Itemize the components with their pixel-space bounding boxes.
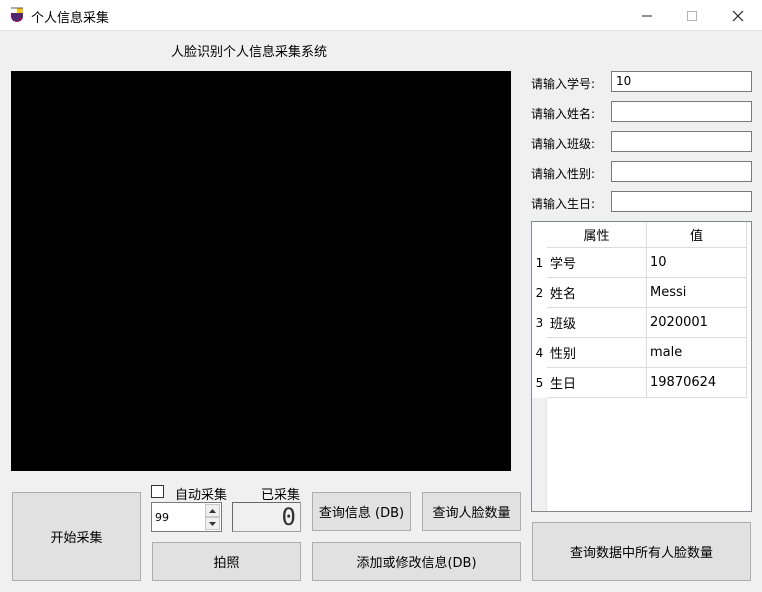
row-number[interactable]: 1 [532,248,547,278]
maximize-icon [687,10,697,21]
table-cell-attr[interactable]: 性别 [547,338,647,368]
camera-view [11,71,511,471]
table-cell-value[interactable]: 10 [647,248,747,278]
table-header-attr[interactable]: 属性 [547,222,647,248]
close-button[interactable] [715,0,761,31]
maximize-button[interactable] [669,0,715,31]
query-all-faces-button[interactable]: 查询数据中所有人脸数量 [532,522,751,581]
table-cell-attr[interactable]: 姓名 [547,278,647,308]
minimize-icon [642,15,652,16]
name-label: 请输入姓名: [531,107,596,121]
row-number[interactable]: 2 [532,278,547,308]
arrow-up-icon [209,508,216,513]
birthday-input[interactable] [611,191,752,212]
table-cell-attr[interactable]: 生日 [547,368,647,398]
student-id-input[interactable]: 10 [611,71,752,92]
row-number[interactable]: 5 [532,368,547,398]
table-cell-value[interactable]: 19870624 [647,368,747,398]
table-cell-value[interactable]: 2020001 [647,308,747,338]
student-id-label: 请输入学号: [531,77,596,91]
auto-collect-label: 自动采集 [175,488,228,503]
query-face-count-button[interactable]: 查询人脸数量 [422,492,521,531]
name-input[interactable] [611,101,752,122]
collected-count-display: 0 [232,502,301,532]
info-table[interactable]: 属性 值 1 学号 10 2 姓名 Messi 3 班级 2020001 4 性… [531,221,752,512]
table-cell-value[interactable]: Messi [647,278,747,308]
spin-up-button[interactable] [205,504,220,517]
title-bar: 个人信息采集 [0,0,762,31]
take-photo-button[interactable]: 拍照 [152,542,301,581]
table-corner [532,222,548,248]
row-number[interactable]: 4 [532,338,547,368]
spinbox-value: 99 [155,511,169,524]
interval-spinbox[interactable]: 99 [151,502,222,532]
class-label: 请输入班级: [531,137,596,151]
collected-label: 已采集 [261,488,301,503]
system-heading: 人脸识别个人信息采集系统 [171,45,328,60]
minimize-button[interactable] [624,0,670,31]
gender-input[interactable] [611,161,752,182]
table-cell-attr[interactable]: 学号 [547,248,647,278]
gender-label: 请输入性别: [531,167,596,181]
barcelona-crest-icon [11,7,23,22]
birthday-label: 请输入生日: [531,197,596,211]
arrow-down-icon [209,521,216,526]
row-header-blank [532,398,547,511]
start-collect-button[interactable]: 开始采集 [12,492,141,581]
add-modify-info-button[interactable]: 添加或修改信息(DB) [312,542,521,581]
window-title: 个人信息采集 [31,11,110,26]
collected-count: 0 [281,503,296,531]
class-input[interactable] [611,131,752,152]
query-info-button[interactable]: 查询信息 (DB) [312,492,411,531]
table-header-value[interactable]: 值 [647,222,747,248]
auto-collect-checkbox[interactable] [151,485,164,498]
close-icon [732,10,744,21]
table-cell-attr[interactable]: 班级 [547,308,647,338]
spin-down-button[interactable] [205,517,220,530]
row-number[interactable]: 3 [532,308,547,338]
table-cell-value[interactable]: male [647,338,747,368]
